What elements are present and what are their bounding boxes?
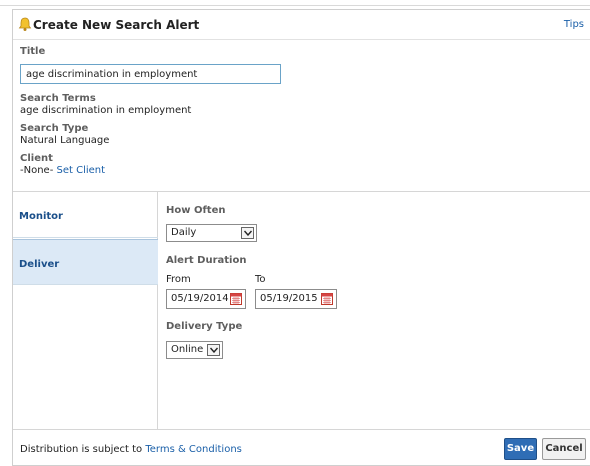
from-date-value: 05/19/2014 <box>171 293 229 304</box>
dialog-title: Create New Search Alert <box>33 18 200 32</box>
how-often-select[interactable]: Daily <box>166 224 257 242</box>
title-input[interactable] <box>20 64 281 84</box>
chevron-down-icon <box>207 344 220 356</box>
distribution-text: Distribution is subject to <box>20 444 146 455</box>
delivery-type-select[interactable]: Online <box>166 341 223 359</box>
footer-divider <box>13 429 590 430</box>
distribution-notice: Distribution is subject to Terms & Condi… <box>20 444 242 455</box>
search-type-label: Search Type <box>20 123 89 134</box>
to-label: To <box>255 274 266 285</box>
delivery-type-value: Online <box>171 344 204 355</box>
client-label: Client <box>20 153 53 164</box>
dialog-header: Create New Search Alert Tips <box>13 10 590 40</box>
how-often-label: How Often <box>166 205 226 216</box>
cancel-button[interactable]: Cancel <box>542 438 586 460</box>
deliver-panel: How Often Daily Alert Duration From To 0… <box>166 192 586 429</box>
tab-deliver[interactable]: Deliver <box>13 239 158 285</box>
save-button[interactable]: Save <box>504 438 537 460</box>
client-value-row: -None- Set Client <box>20 165 105 176</box>
chevron-down-icon <box>241 227 254 239</box>
search-terms-value: age discrimination in employment <box>20 105 192 116</box>
options-sidebar: Monitor Deliver <box>13 192 158 429</box>
how-often-value: Daily <box>171 227 197 238</box>
tab-monitor[interactable]: Monitor <box>13 192 158 238</box>
delivery-type-label: Delivery Type <box>166 321 243 332</box>
search-terms-label: Search Terms <box>20 93 96 104</box>
set-client-link[interactable]: Set Client <box>57 165 106 176</box>
tips-link[interactable]: Tips <box>564 19 584 30</box>
terms-conditions-link[interactable]: Terms & Conditions <box>145 444 242 455</box>
to-date-field[interactable]: 05/19/2015 <box>255 289 337 309</box>
create-search-alert-dialog: Create New Search Alert Tips Title Searc… <box>12 9 590 466</box>
from-label: From <box>166 274 191 285</box>
title-label: Title <box>20 46 46 57</box>
to-date-value: 05/19/2015 <box>260 293 318 304</box>
search-type-value: Natural Language <box>20 135 110 146</box>
calendar-icon[interactable] <box>321 293 333 305</box>
calendar-icon[interactable] <box>230 293 242 305</box>
bell-icon <box>18 17 32 32</box>
alert-duration-label: Alert Duration <box>166 255 247 266</box>
client-value: -None- <box>20 165 54 176</box>
from-date-field[interactable]: 05/19/2014 <box>166 289 246 309</box>
top-border <box>0 0 590 6</box>
